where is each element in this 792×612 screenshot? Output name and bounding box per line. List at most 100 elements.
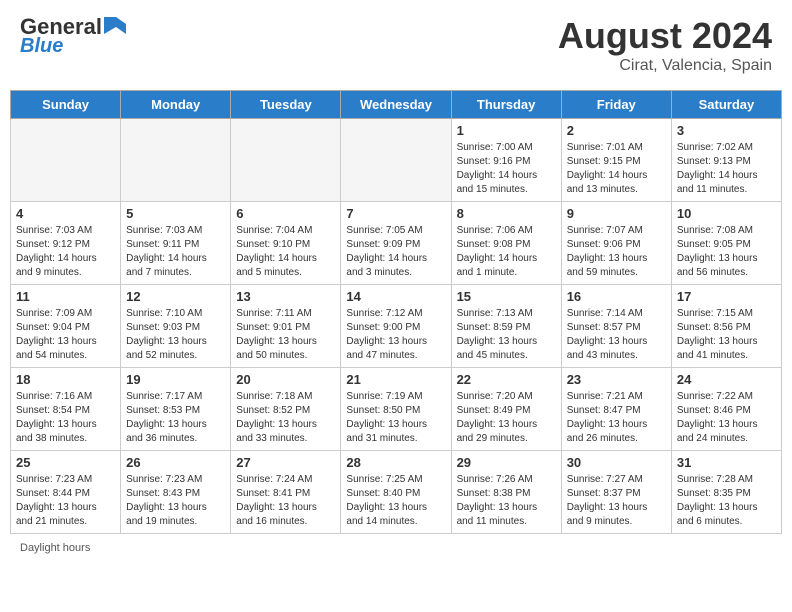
day-info: Sunrise: 7:23 AM Sunset: 8:44 PM Dayligh… [16, 473, 115, 529]
calendar-cell: 2 Sunrise: 7:01 AM Sunset: 9:15 PM Daylig… [561, 119, 671, 202]
calendar-cell: 16Sunrise: 7:14 AM Sunset: 8:57 PM Dayli… [561, 285, 671, 368]
day-number: 25 [16, 455, 115, 470]
calendar-cell [231, 119, 341, 202]
calendar-cell: 12 Sunrise: 7:10 AM Sunset: 9:03 PM Dayli… [121, 285, 231, 368]
calendar-week-5: 25 Sunrise: 7:23 AM Sunset: 8:44 PM Dayli… [11, 451, 782, 534]
column-header-thursday: Thursday [451, 91, 561, 119]
day-number: 7 [346, 206, 445, 221]
logo-bird-icon [104, 16, 126, 34]
day-info: Sunrise: 7:23 AM Sunset: 8:43 PM Dayligh… [126, 473, 225, 529]
day-number: 30 [567, 455, 666, 470]
day-info: Sunrise: 7:17 AM Sunset: 8:53 PM Dayligh… [126, 390, 225, 446]
calendar-cell: 20 Sunrise: 7:18 AM Sunset: 8:52 PM Dayli… [231, 368, 341, 451]
logo-text-blue: Blue [20, 35, 63, 57]
day-info: Sunrise: 7:00 AM Sunset: 9:16 PM Dayligh… [457, 141, 556, 197]
calendar-cell: 9 Sunrise: 7:07 AM Sunset: 9:06 PM Daylig… [561, 202, 671, 285]
day-info: Sunrise: 7:18 AM Sunset: 8:52 PM Dayligh… [236, 390, 335, 446]
calendar-cell: 24 Sunrise: 7:22 AM Sunset: 8:46 PM Dayli… [671, 368, 781, 451]
day-number: 13 [236, 289, 335, 304]
column-header-wednesday: Wednesday [341, 91, 451, 119]
calendar-cell: 3 Sunrise: 7:02 AM Sunset: 9:13 PM Daylig… [671, 119, 781, 202]
day-number: 1 [457, 123, 556, 138]
logo: General Blue [20, 15, 126, 57]
day-number: 28 [346, 455, 445, 470]
day-number: 9 [567, 206, 666, 221]
column-header-saturday: Saturday [671, 91, 781, 119]
day-number: 11 [16, 289, 115, 304]
calendar-cell: 11 Sunrise: 7:09 AM Sunset: 9:04 PM Dayli… [11, 285, 121, 368]
calendar-cell [121, 119, 231, 202]
calendar-cell: 5 Sunrise: 7:03 AM Sunset: 9:11 PM Daylig… [121, 202, 231, 285]
legend-label: Daylight hours [20, 542, 90, 554]
day-number: 10 [677, 206, 776, 221]
calendar-cell: 13 Sunrise: 7:11 AM Sunset: 9:01 PM Dayli… [231, 285, 341, 368]
calendar-cell: 1 Sunrise: 7:00 AM Sunset: 9:16 PM Daylig… [451, 119, 561, 202]
calendar-cell [341, 119, 451, 202]
day-info: Sunrise: 7:05 AM Sunset: 9:09 PM Dayligh… [346, 224, 445, 280]
day-info: Sunrise: 7:02 AM Sunset: 9:13 PM Dayligh… [677, 141, 776, 197]
day-info: Sunrise: 7:10 AM Sunset: 9:03 PM Dayligh… [126, 307, 225, 363]
day-number: 12 [126, 289, 225, 304]
calendar-week-2: 4Sunrise: 7:03 AM Sunset: 9:12 PM Daylig… [11, 202, 782, 285]
calendar-cell: 10 Sunrise: 7:08 AM Sunset: 9:05 PM Dayli… [671, 202, 781, 285]
day-info: Sunrise: 7:27 AM Sunset: 8:37 PM Dayligh… [567, 473, 666, 529]
calendar-cell [11, 119, 121, 202]
day-number: 26 [126, 455, 225, 470]
day-number: 23 [567, 372, 666, 387]
day-number: 31 [677, 455, 776, 470]
calendar-week-1: 1 Sunrise: 7:00 AM Sunset: 9:16 PM Daylig… [11, 119, 782, 202]
column-header-sunday: Sunday [11, 91, 121, 119]
day-number: 27 [236, 455, 335, 470]
column-header-tuesday: Tuesday [231, 91, 341, 119]
day-info: Sunrise: 7:15 AM Sunset: 8:56 PM Dayligh… [677, 307, 776, 363]
day-info: Sunrise: 7:24 AM Sunset: 8:41 PM Dayligh… [236, 473, 335, 529]
calendar-cell: 27 Sunrise: 7:24 AM Sunset: 8:41 PM Dayli… [231, 451, 341, 534]
day-number: 24 [677, 372, 776, 387]
day-info: Sunrise: 7:08 AM Sunset: 9:05 PM Dayligh… [677, 224, 776, 280]
day-number: 4 [16, 206, 115, 221]
calendar-cell: 6 Sunrise: 7:04 AM Sunset: 9:10 PM Daylig… [231, 202, 341, 285]
day-number: 6 [236, 206, 335, 221]
day-number: 15 [457, 289, 556, 304]
calendar-week-4: 18 Sunrise: 7:16 AM Sunset: 8:54 PM Dayli… [11, 368, 782, 451]
calendar-cell: 8Sunrise: 7:06 AM Sunset: 9:08 PM Daylig… [451, 202, 561, 285]
calendar-cell: 25 Sunrise: 7:23 AM Sunset: 8:44 PM Dayli… [11, 451, 121, 534]
day-number: 22 [457, 372, 556, 387]
calendar-cell: 4Sunrise: 7:03 AM Sunset: 9:12 PM Daylig… [11, 202, 121, 285]
day-number: 20 [236, 372, 335, 387]
calendar-cell: 31Sunrise: 7:28 AM Sunset: 8:35 PM Dayli… [671, 451, 781, 534]
day-info: Sunrise: 7:07 AM Sunset: 9:06 PM Dayligh… [567, 224, 666, 280]
calendar-week-3: 11 Sunrise: 7:09 AM Sunset: 9:04 PM Dayli… [11, 285, 782, 368]
day-number: 29 [457, 455, 556, 470]
day-number: 2 [567, 123, 666, 138]
calendar-cell: 26 Sunrise: 7:23 AM Sunset: 8:43 PM Dayli… [121, 451, 231, 534]
calendar-cell: 28Sunrise: 7:25 AM Sunset: 8:40 PM Dayli… [341, 451, 451, 534]
day-info: Sunrise: 7:11 AM Sunset: 9:01 PM Dayligh… [236, 307, 335, 363]
day-info: Sunrise: 7:22 AM Sunset: 8:46 PM Dayligh… [677, 390, 776, 446]
day-number: 19 [126, 372, 225, 387]
calendar-cell: 19 Sunrise: 7:17 AM Sunset: 8:53 PM Dayli… [121, 368, 231, 451]
day-number: 18 [16, 372, 115, 387]
day-info: Sunrise: 7:20 AM Sunset: 8:49 PM Dayligh… [457, 390, 556, 446]
subtitle: Cirat, Valencia, Spain [558, 57, 772, 75]
calendar-cell: 14Sunrise: 7:12 AM Sunset: 9:00 PM Dayli… [341, 285, 451, 368]
calendar-cell: 23Sunrise: 7:21 AM Sunset: 8:47 PM Dayli… [561, 368, 671, 451]
day-number: 21 [346, 372, 445, 387]
day-number: 8 [457, 206, 556, 221]
day-number: 5 [126, 206, 225, 221]
day-info: Sunrise: 7:01 AM Sunset: 9:15 PM Dayligh… [567, 141, 666, 197]
column-header-friday: Friday [561, 91, 671, 119]
day-number: 16 [567, 289, 666, 304]
calendar-cell: 7 Sunrise: 7:05 AM Sunset: 9:09 PM Daylig… [341, 202, 451, 285]
day-info: Sunrise: 7:04 AM Sunset: 9:10 PM Dayligh… [236, 224, 335, 280]
calendar-cell: 17Sunrise: 7:15 AM Sunset: 8:56 PM Dayli… [671, 285, 781, 368]
day-info: Sunrise: 7:09 AM Sunset: 9:04 PM Dayligh… [16, 307, 115, 363]
day-info: Sunrise: 7:12 AM Sunset: 9:00 PM Dayligh… [346, 307, 445, 363]
title-block: August 2024 Cirat, Valencia, Spain [558, 15, 772, 75]
day-number: 3 [677, 123, 776, 138]
day-info: Sunrise: 7:03 AM Sunset: 9:11 PM Dayligh… [126, 224, 225, 280]
day-info: Sunrise: 7:26 AM Sunset: 8:38 PM Dayligh… [457, 473, 556, 529]
day-info: Sunrise: 7:16 AM Sunset: 8:54 PM Dayligh… [16, 390, 115, 446]
day-info: Sunrise: 7:19 AM Sunset: 8:50 PM Dayligh… [346, 390, 445, 446]
calendar-cell: 30 Sunrise: 7:27 AM Sunset: 8:37 PM Dayli… [561, 451, 671, 534]
